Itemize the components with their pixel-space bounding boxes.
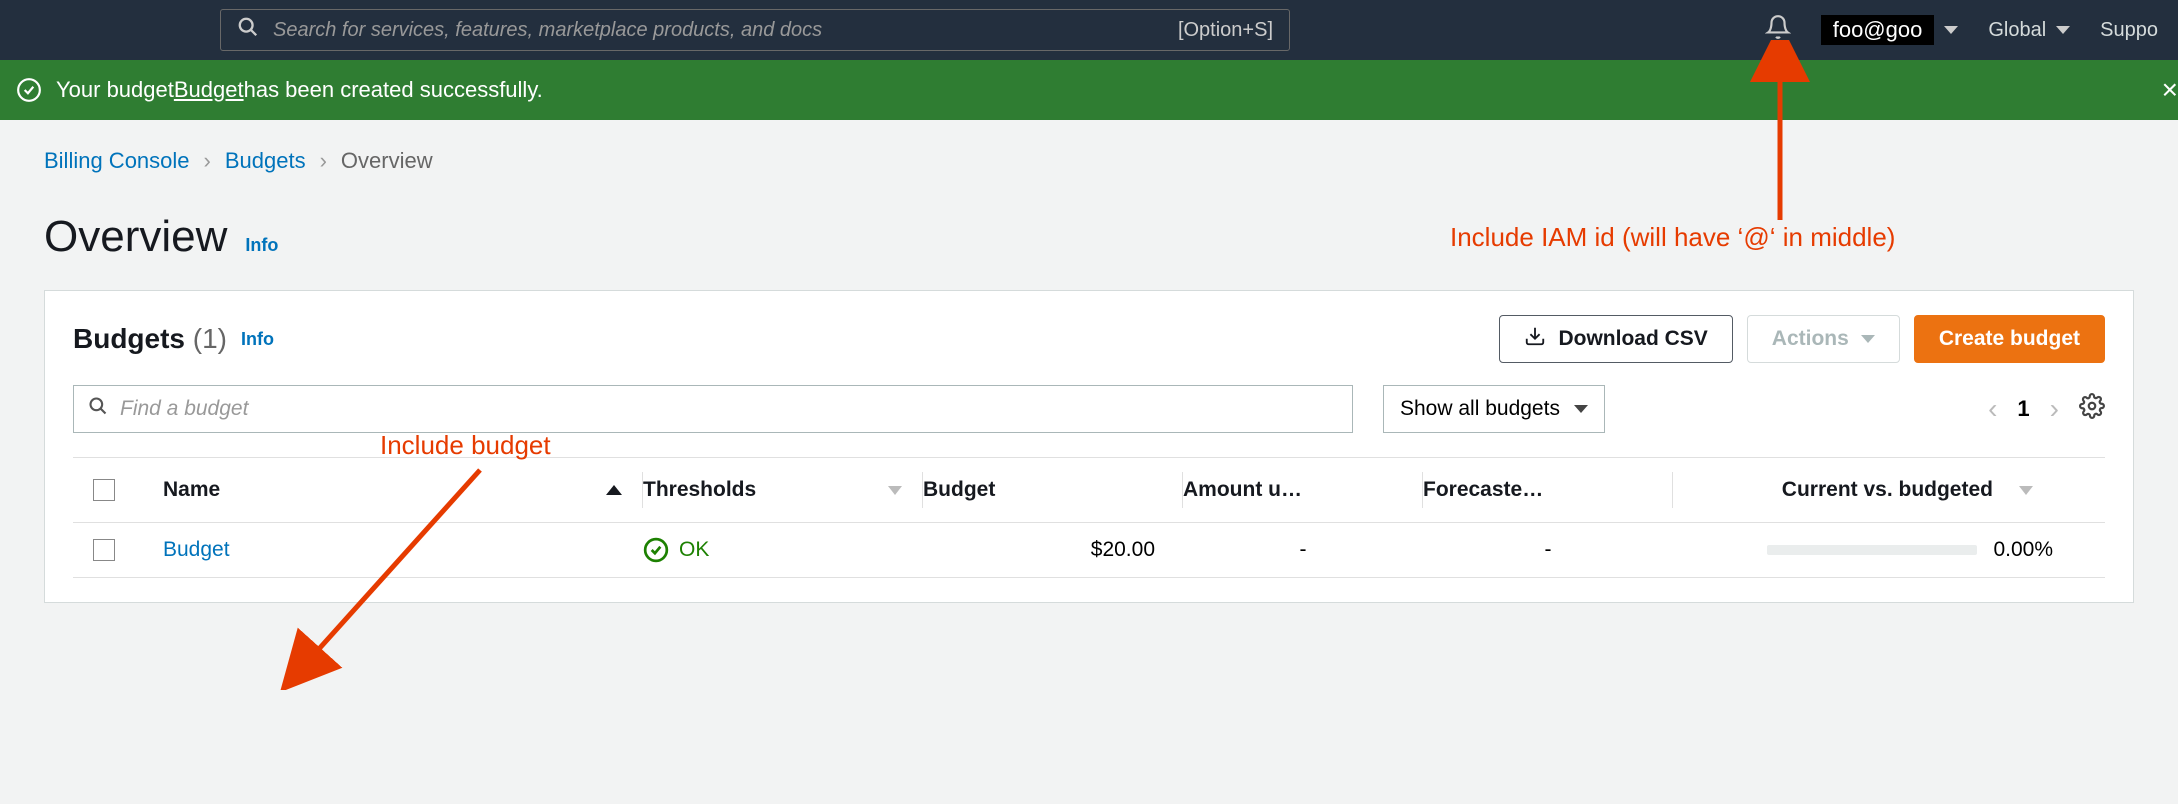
cell-status: OK [643, 537, 923, 563]
panel-header: Budgets (1) Info Download CSV Actions Cr… [73, 315, 2105, 363]
breadcrumb-current: Overview [341, 148, 433, 174]
cell-amount: - [1183, 538, 1423, 562]
notifications-icon[interactable] [1765, 14, 1791, 46]
row-checkbox[interactable] [93, 539, 115, 561]
topnav-right: foo@goo Global Suppo [1765, 14, 2158, 46]
cell-forecast: - [1423, 538, 1673, 562]
chevron-down-icon [1944, 26, 1958, 34]
budgets-panel: Budgets (1) Info Download CSV Actions Cr… [44, 290, 2134, 603]
th-budget[interactable]: Budget [923, 472, 1183, 508]
chevron-down-icon [2056, 26, 2070, 34]
breadcrumb: Billing Console › Budgets › Overview [0, 120, 2178, 174]
success-banner: Your budget Budget has been created succ… [0, 60, 2178, 120]
chevron-down-icon [1574, 405, 1588, 413]
support-label: Suppo [2100, 19, 2158, 42]
th-checkbox [73, 472, 163, 508]
create-budget-button[interactable]: Create budget [1914, 315, 2105, 363]
top-nav: Search for services, features, marketpla… [0, 0, 2178, 60]
region-label: Global [1988, 19, 2046, 42]
th-forecast[interactable]: Forecaste… [1423, 472, 1673, 508]
search-icon [88, 396, 108, 422]
panel-title: Budgets (1) [73, 323, 227, 355]
cell-current: 0.00% [1673, 538, 2053, 562]
breadcrumb-sep: › [204, 148, 211, 174]
region-menu[interactable]: Global [1988, 19, 2070, 42]
current-pct: 0.00% [1993, 538, 2053, 562]
sort-icon [888, 486, 902, 495]
banner-text-prefix: Your budget [56, 77, 174, 103]
th-current[interactable]: Current vs. budgeted [1673, 472, 2053, 508]
search-shortcut: [Option+S] [1178, 19, 1273, 42]
banner-budget-link[interactable]: Budget [174, 77, 244, 103]
cell-budget: $20.00 [923, 538, 1183, 562]
page-title: Overview [44, 212, 227, 262]
select-all-checkbox[interactable] [93, 479, 115, 501]
prev-page-icon[interactable]: ‹ [1988, 393, 1997, 425]
sort-icon [2019, 486, 2033, 495]
filter-row: Find a budget Show all budgets ‹ 1 › [73, 385, 2105, 433]
account-menu[interactable]: foo@goo [1821, 15, 1959, 45]
search-placeholder: Search for services, features, marketpla… [273, 19, 1178, 42]
page-info-link[interactable]: Info [245, 235, 278, 256]
global-search[interactable]: Search for services, features, marketpla… [220, 9, 1290, 51]
download-csv-button[interactable]: Download CSV [1499, 315, 1732, 363]
table-header: Name Thresholds Budget Amount u… Forecas… [73, 457, 2105, 522]
table-row: Budget OK $20.00 - - 0.00% [73, 522, 2105, 578]
breadcrumb-sep: › [320, 148, 327, 174]
user-id: foo@goo [1821, 15, 1935, 45]
next-page-icon[interactable]: › [2050, 393, 2059, 425]
panel-actions: Download CSV Actions Create budget [1499, 315, 2105, 363]
chevron-down-icon [1861, 335, 1875, 343]
breadcrumb-budgets[interactable]: Budgets [225, 148, 306, 174]
actions-button[interactable]: Actions [1747, 315, 1900, 363]
page-header: Overview Info [0, 174, 2178, 290]
download-icon [1524, 325, 1546, 353]
find-budget-input[interactable]: Find a budget [73, 385, 1353, 433]
th-amount[interactable]: Amount u… [1183, 472, 1423, 508]
panel-info-link[interactable]: Info [241, 329, 274, 350]
filter-select[interactable]: Show all budgets [1383, 385, 1605, 433]
sort-asc-icon [606, 485, 622, 495]
panel-count: (1) [193, 323, 227, 354]
budgets-table: Name Thresholds Budget Amount u… Forecas… [73, 457, 2105, 578]
find-placeholder: Find a budget [120, 397, 248, 421]
th-name[interactable]: Name [163, 472, 643, 508]
search-icon [237, 16, 259, 44]
banner-close-icon[interactable]: × [2162, 74, 2178, 106]
th-thresholds[interactable]: Thresholds [643, 472, 923, 508]
breadcrumb-billing[interactable]: Billing Console [44, 148, 190, 174]
success-check-icon [16, 77, 42, 103]
settings-icon[interactable] [2079, 393, 2105, 425]
cell-checkbox [73, 539, 163, 561]
budget-name-link[interactable]: Budget [163, 538, 643, 562]
banner-text-suffix: has been created successfully. [244, 77, 543, 103]
support-menu[interactable]: Suppo [2100, 19, 2158, 42]
page-number: 1 [2017, 396, 2029, 422]
progress-bar [1767, 545, 1977, 555]
pagination: ‹ 1 › [1988, 393, 2105, 425]
